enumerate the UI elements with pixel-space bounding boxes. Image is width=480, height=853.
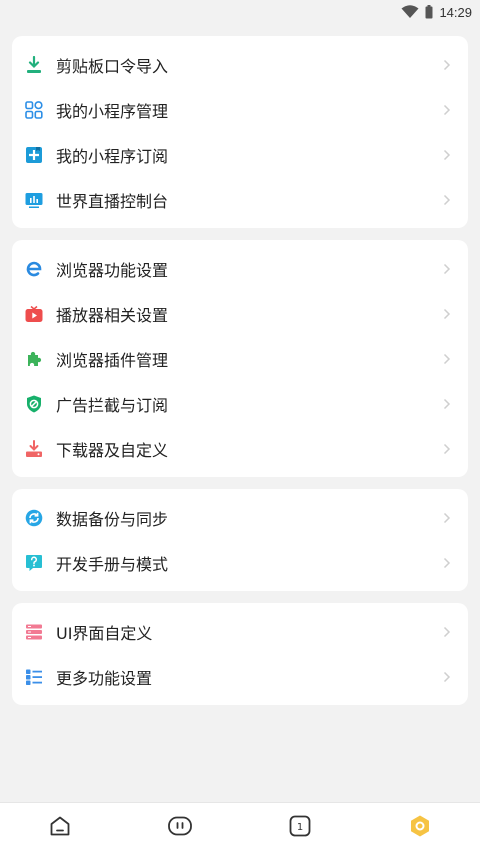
settings-list: 剪贴板口令导入 我的小程序管理 我的小程序订阅 世界直播控制台 浏览器功能设置 … bbox=[0, 24, 480, 705]
battery-icon bbox=[425, 5, 433, 19]
settings-group-2: 浏览器功能设置 播放器相关设置 浏览器插件管理 广告拦截与订阅 下载器及自定义 bbox=[12, 240, 468, 477]
chevron-right-icon bbox=[442, 511, 452, 525]
help-manual-icon bbox=[24, 553, 44, 573]
mini-program-subscribe-row[interactable]: 我的小程序订阅 bbox=[12, 132, 468, 177]
settings-icon bbox=[408, 814, 432, 843]
row-label: 开发手册与模式 bbox=[56, 554, 169, 574]
mini-program-grid-icon bbox=[24, 100, 44, 120]
bottom-nav: 1 bbox=[0, 802, 480, 853]
row-label: 播放器相关设置 bbox=[56, 305, 169, 325]
row-label: 数据备份与同步 bbox=[56, 509, 169, 529]
clipboard-import-row[interactable]: 剪贴板口令导入 bbox=[12, 42, 468, 87]
row-label: 广告拦截与订阅 bbox=[56, 395, 169, 415]
nav-app-button[interactable] bbox=[150, 804, 210, 852]
mini-program-manage-row[interactable]: 我的小程序管理 bbox=[12, 87, 468, 132]
browser-e-icon bbox=[24, 259, 44, 279]
ad-block-shield-icon bbox=[24, 394, 44, 414]
chevron-right-icon bbox=[442, 397, 452, 411]
row-label: 我的小程序订阅 bbox=[56, 146, 169, 166]
row-label: 世界直播控制台 bbox=[56, 191, 169, 211]
plugin-manage-row[interactable]: 浏览器插件管理 bbox=[12, 336, 468, 381]
settings-group-1: 剪贴板口令导入 我的小程序管理 我的小程序订阅 世界直播控制台 bbox=[12, 36, 468, 228]
chevron-right-icon bbox=[442, 103, 452, 117]
home-icon bbox=[48, 814, 72, 843]
chevron-right-icon bbox=[442, 556, 452, 570]
chevron-right-icon bbox=[442, 262, 452, 276]
nav-home-button[interactable] bbox=[30, 804, 90, 852]
ui-customize-icon bbox=[24, 622, 44, 642]
row-label: 剪贴板口令导入 bbox=[56, 56, 169, 76]
ad-block-row[interactable]: 广告拦截与订阅 bbox=[12, 381, 468, 426]
row-label: 浏览器插件管理 bbox=[56, 350, 169, 370]
player-settings-row[interactable]: 播放器相关设置 bbox=[12, 291, 468, 336]
ui-customize-row[interactable]: UI界面自定义 bbox=[12, 609, 468, 654]
live-console-icon bbox=[24, 190, 44, 210]
live-console-row[interactable]: 世界直播控制台 bbox=[12, 177, 468, 222]
tabs-count: 1 bbox=[297, 822, 303, 833]
row-label: 下载器及自定义 bbox=[56, 440, 169, 460]
chevron-right-icon bbox=[442, 442, 452, 456]
puzzle-plugin-icon bbox=[24, 349, 44, 369]
row-label: UI界面自定义 bbox=[56, 623, 153, 643]
clipboard-import-icon bbox=[24, 55, 44, 75]
tabs-count-icon: 1 bbox=[288, 814, 312, 843]
chevron-right-icon bbox=[442, 307, 452, 321]
downloader-icon bbox=[24, 439, 44, 459]
nav-tabs-button[interactable]: 1 bbox=[270, 804, 330, 852]
settings-group-4: UI界面自定义 更多功能设置 bbox=[12, 603, 468, 705]
chevron-right-icon bbox=[442, 193, 452, 207]
backup-sync-row[interactable]: 数据备份与同步 bbox=[12, 495, 468, 540]
dev-manual-row[interactable]: 开发手册与模式 bbox=[12, 540, 468, 585]
row-label: 更多功能设置 bbox=[56, 668, 153, 688]
chevron-right-icon bbox=[442, 625, 452, 639]
status-time: 14:29 bbox=[439, 4, 472, 20]
wifi-icon bbox=[401, 5, 419, 19]
chevron-right-icon bbox=[442, 670, 452, 684]
chevron-right-icon bbox=[442, 148, 452, 162]
nav-settings-button[interactable] bbox=[390, 804, 450, 852]
status-bar: 14:29 bbox=[0, 0, 480, 24]
settings-group-3: 数据备份与同步 开发手册与模式 bbox=[12, 489, 468, 591]
chevron-right-icon bbox=[442, 352, 452, 366]
row-label: 我的小程序管理 bbox=[56, 101, 169, 121]
mini-program-subscribe-icon bbox=[24, 145, 44, 165]
row-label: 浏览器功能设置 bbox=[56, 260, 169, 280]
downloader-row[interactable]: 下载器及自定义 bbox=[12, 426, 468, 471]
more-settings-row[interactable]: 更多功能设置 bbox=[12, 654, 468, 699]
app-icon bbox=[167, 814, 193, 843]
player-icon bbox=[24, 304, 44, 324]
browser-settings-row[interactable]: 浏览器功能设置 bbox=[12, 246, 468, 291]
more-settings-icon bbox=[24, 667, 44, 687]
cloud-sync-icon bbox=[24, 508, 44, 528]
chevron-right-icon bbox=[442, 58, 452, 72]
